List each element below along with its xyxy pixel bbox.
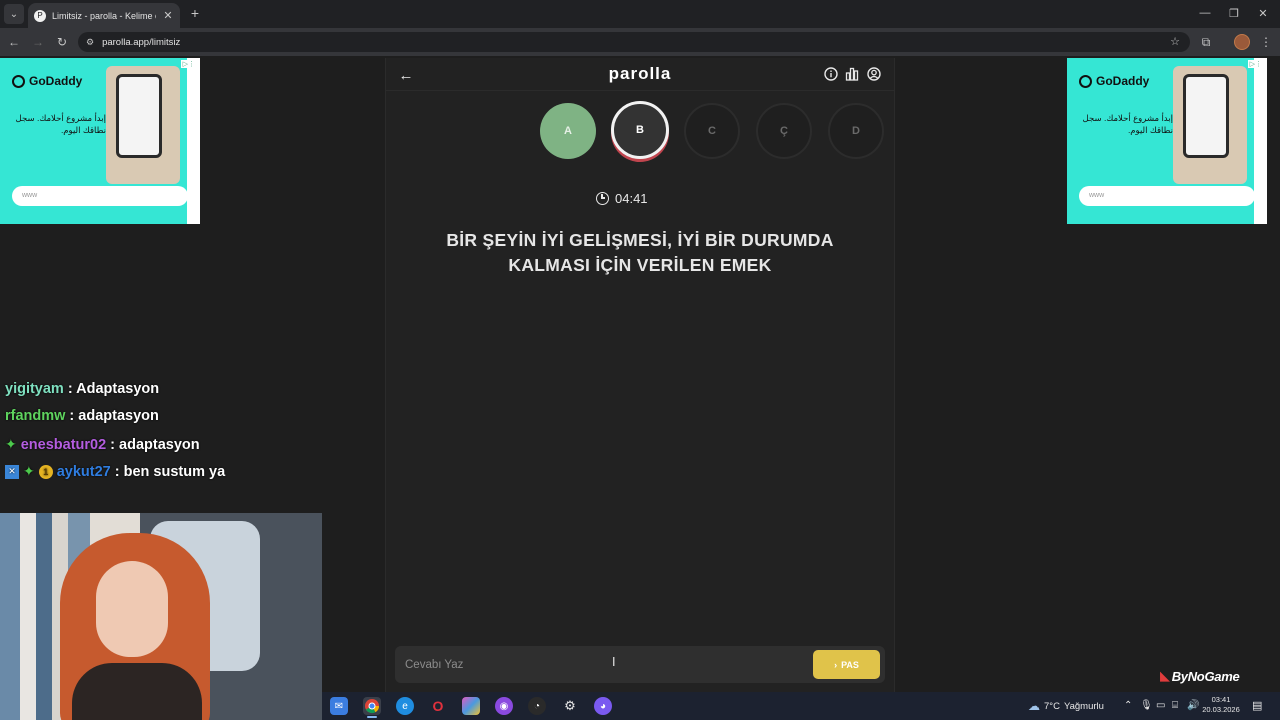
answer-input[interactable]: [395, 646, 807, 683]
parolla-favicon-icon: P: [34, 9, 46, 22]
ad-choices-icon[interactable]: ▷⋮: [1247, 60, 1264, 68]
ad-domain-search[interactable]: www: [1079, 186, 1255, 206]
moderator-badge-icon: ✕: [5, 464, 19, 479]
chat-message: ✦ enesbatur02 : adaptasyon: [5, 436, 200, 453]
timer: 04:41: [596, 189, 686, 207]
chevron-up-icon[interactable]: ⌃: [1124, 700, 1132, 711]
microphone-icon[interactable]: 🎙: [1140, 700, 1153, 711]
taskbar-clock[interactable]: 03:41 20.03.2026: [1198, 695, 1244, 715]
ad-choices-icon[interactable]: ▷⋮: [180, 60, 197, 68]
ad-banner-left[interactable]: GoDaddy إبدأ مشروع أحلامك. سجل نطاقك الي…: [0, 58, 200, 224]
close-window-button[interactable]: ✕: [1252, 4, 1274, 22]
chat-text: : adaptasyon: [69, 408, 159, 424]
settings-gear-icon[interactable]: ⚙: [561, 697, 579, 715]
phone-image: [106, 66, 180, 184]
reload-button[interactable]: ↻: [52, 32, 72, 52]
chat-message: rfandmw : adaptasyon: [5, 408, 159, 424]
pass-label: PAS: [841, 659, 859, 670]
weather-text: Yağmurlu: [1063, 700, 1104, 712]
back-arrow-icon[interactable]: ←: [397, 66, 415, 84]
ad-domain-search[interactable]: www: [12, 186, 188, 206]
weather-temp: 7°C: [1044, 700, 1060, 712]
godaddy-logo: GoDaddy: [1079, 74, 1149, 88]
coin-badge-icon: 1: [38, 464, 53, 479]
back-button[interactable]: ←: [4, 32, 24, 52]
bynogame-mark-icon: ◣: [1160, 668, 1170, 683]
extensions-icon[interactable]: ⧉: [1196, 32, 1216, 52]
display-icon[interactable]: ▭: [1156, 700, 1165, 711]
chat-text: : ben sustum ya: [114, 463, 226, 480]
star-badge-icon: ✦: [5, 436, 17, 452]
restore-button[interactable]: ❐: [1223, 4, 1245, 22]
user-profile-icon[interactable]: [867, 67, 881, 81]
speedometer-icon[interactable]: ◔: [528, 697, 546, 715]
browser-tab-active[interactable]: P Limitsiz - parolla - Kelime oyunu ✕: [28, 3, 180, 28]
chat-message: ✕ ✦ 1 aykut27 : ben sustum ya: [5, 463, 225, 480]
profile-avatar[interactable]: [1234, 34, 1250, 50]
bynogame-logo: ◣ ByNoGame: [1160, 668, 1240, 684]
forward-button[interactable]: →: [28, 32, 48, 52]
site-info-icon[interactable]: ⚙: [86, 37, 94, 48]
webcam-feed: [0, 513, 322, 720]
stats-chart-icon[interactable]: [845, 67, 859, 81]
info-icon[interactable]: [824, 67, 838, 81]
question-text: BİR ŞEYİN İYİ GELİŞMESİ, İYİ BİR DURUMDA…: [446, 230, 834, 275]
tab-title: Limitsiz - parolla - Kelime oyunu: [52, 10, 156, 21]
answer-bar: › PAS: [395, 646, 885, 683]
minimize-button[interactable]: —: [1194, 4, 1216, 22]
chat-username: enesbatur02: [20, 436, 107, 453]
tab-search-button[interactable]: ⌄: [4, 4, 24, 24]
url-text: parolla.app/limitsiz: [102, 36, 181, 48]
tab-close-icon[interactable]: ✕: [162, 9, 174, 22]
chat-message: yigityam : Adaptasyon: [5, 381, 159, 397]
address-bar[interactable]: ⚙ parolla.app/limitsiz ☆: [78, 32, 1190, 52]
weather-widget[interactable]: ☁ 7°C Yağmurlu: [1028, 699, 1104, 713]
chat-username: aykut27: [56, 463, 111, 480]
rain-cloud-icon: ☁: [1028, 699, 1040, 713]
edge-icon[interactable]: e: [396, 697, 414, 715]
ad-text: إبدأ مشروع أحلامك. سجل نطاقك اليوم.: [1082, 113, 1173, 135]
chat-text: : Adaptasyon: [67, 381, 160, 397]
pass-button[interactable]: › PAS: [813, 650, 880, 679]
star-badge-icon: ✦: [23, 463, 35, 479]
network-icon[interactable]: ⌸: [1172, 700, 1178, 711]
letter-circle-c: C: [684, 103, 740, 159]
bookmark-star-icon[interactable]: ☆: [1170, 35, 1180, 48]
taskbar-time: 03:41: [1211, 695, 1231, 704]
chat-username: yigityam: [5, 381, 64, 397]
letter-circle-c-cedilla: Ç: [756, 103, 812, 159]
ad-banner-right[interactable]: GoDaddy إبدأ مشروع أحلامك. سجل نطاقك الي…: [1067, 58, 1267, 224]
mail-app-icon[interactable]: ✉: [330, 697, 348, 715]
godaddy-logo: GoDaddy: [12, 74, 82, 88]
discord-icon[interactable]: ◕: [594, 697, 612, 715]
chat-text: : adaptasyon: [110, 436, 200, 453]
phone-image: [1173, 66, 1247, 184]
chevron-right-icon: ›: [834, 659, 838, 670]
taskbar-date: 20.03.2026: [1202, 705, 1240, 714]
letter-circle-d: D: [828, 103, 884, 159]
letter-circle-b-current: B: [611, 101, 669, 159]
notification-icon[interactable]: ▤: [1252, 699, 1262, 712]
text-cursor-icon: I: [612, 655, 616, 669]
app-title: parolla: [608, 64, 672, 83]
opera-icon[interactable]: O: [429, 697, 447, 715]
timer-value: 04:41: [615, 190, 648, 206]
clock-icon: [596, 191, 609, 205]
ad-text: إبدأ مشروع أحلامك. سجل نطاقك اليوم.: [15, 113, 106, 135]
letter-circle-a: A: [540, 103, 596, 159]
new-tab-button[interactable]: +: [186, 4, 204, 22]
copilot-icon[interactable]: [462, 697, 480, 715]
chrome-icon[interactable]: [363, 697, 381, 715]
chat-username: rfandmw: [5, 408, 66, 424]
browser-menu-icon[interactable]: ⋮: [1256, 32, 1276, 52]
obs-icon[interactable]: ◉: [495, 697, 513, 715]
